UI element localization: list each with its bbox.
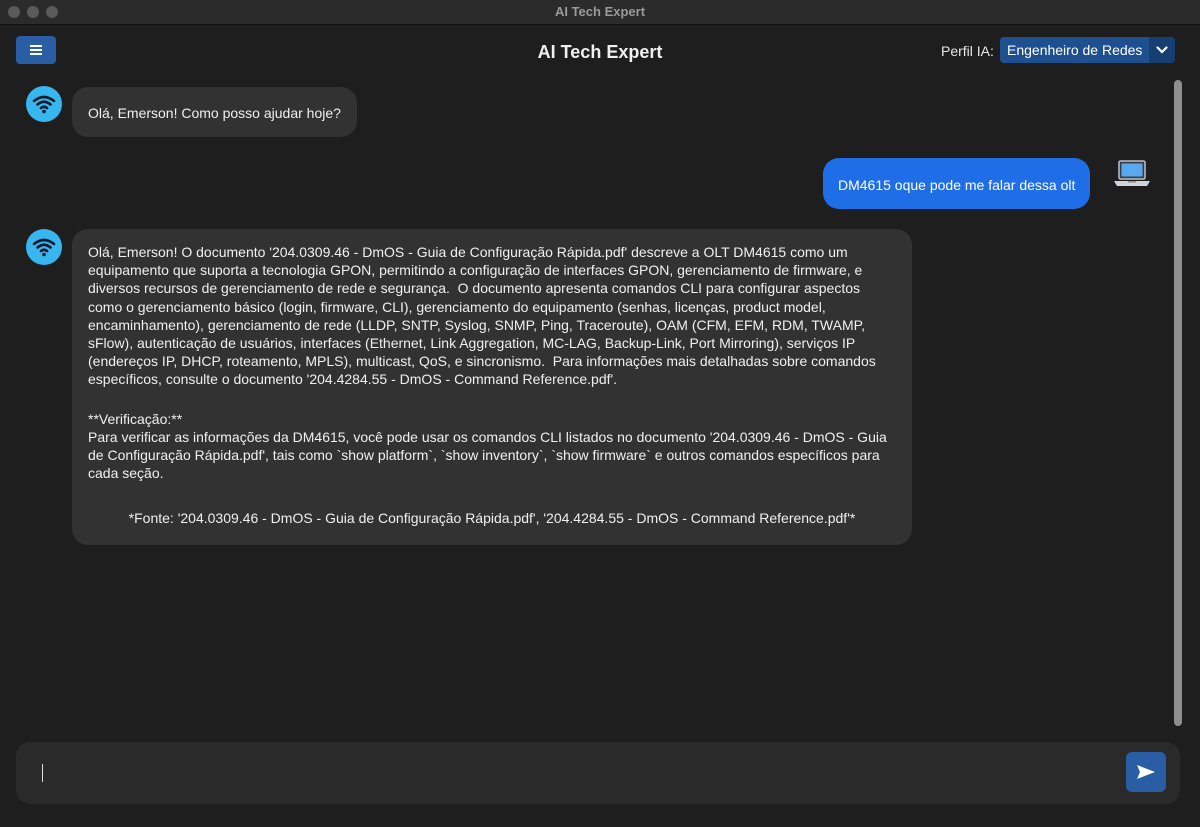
- profile-select[interactable]: Engenheiro de Redes: [1000, 37, 1175, 63]
- window-title: AI Tech Expert: [554, 4, 646, 19]
- bot-avatar: [26, 229, 62, 265]
- wifi-icon: [32, 95, 56, 114]
- profile-label: Perfil IA:: [941, 43, 994, 59]
- wifi-icon: [32, 238, 56, 257]
- profile-select-value: Engenheiro de Redes: [1007, 42, 1143, 58]
- app-header: AI Tech Expert Perfil IA: Engenheiro de …: [0, 25, 1200, 80]
- source-citation: *Fonte: '204.0309.46 - DmOS - Guia de Co…: [128, 510, 856, 527]
- bot-message: Olá, Emerson! O documento '204.0309.46 -…: [72, 229, 912, 545]
- chevron-down-icon: [1149, 37, 1175, 63]
- verification-text: Para verificar as informações da DM4615,…: [88, 428, 891, 482]
- window-titlebar: AI Tech Expert: [0, 0, 1200, 25]
- chat-scrollbar[interactable]: [1174, 80, 1182, 726]
- text-caret: [42, 764, 43, 782]
- send-button[interactable]: [1126, 752, 1166, 792]
- user-avatar: [1113, 158, 1151, 190]
- bot-message: Olá, Emerson! Como posso ajudar hoje?: [72, 87, 357, 137]
- message-input[interactable]: [36, 754, 1116, 792]
- bot-avatar: [26, 86, 62, 122]
- user-message-text: DM4615 oque pode me falar dessa olt: [838, 177, 1076, 193]
- bot-message-text: Olá, Emerson! Como posso ajudar hoje?: [88, 105, 341, 121]
- message-input-bar: [16, 742, 1180, 804]
- user-message: DM4615 oque pode me falar dessa olt: [823, 158, 1091, 209]
- laptop-icon: [1114, 160, 1150, 186]
- verification-heading: **Verificação:**: [88, 410, 183, 427]
- bot-message-paragraph: Olá, Emerson! O documento '204.0309.46 -…: [88, 244, 880, 388]
- send-icon: [1137, 765, 1155, 779]
